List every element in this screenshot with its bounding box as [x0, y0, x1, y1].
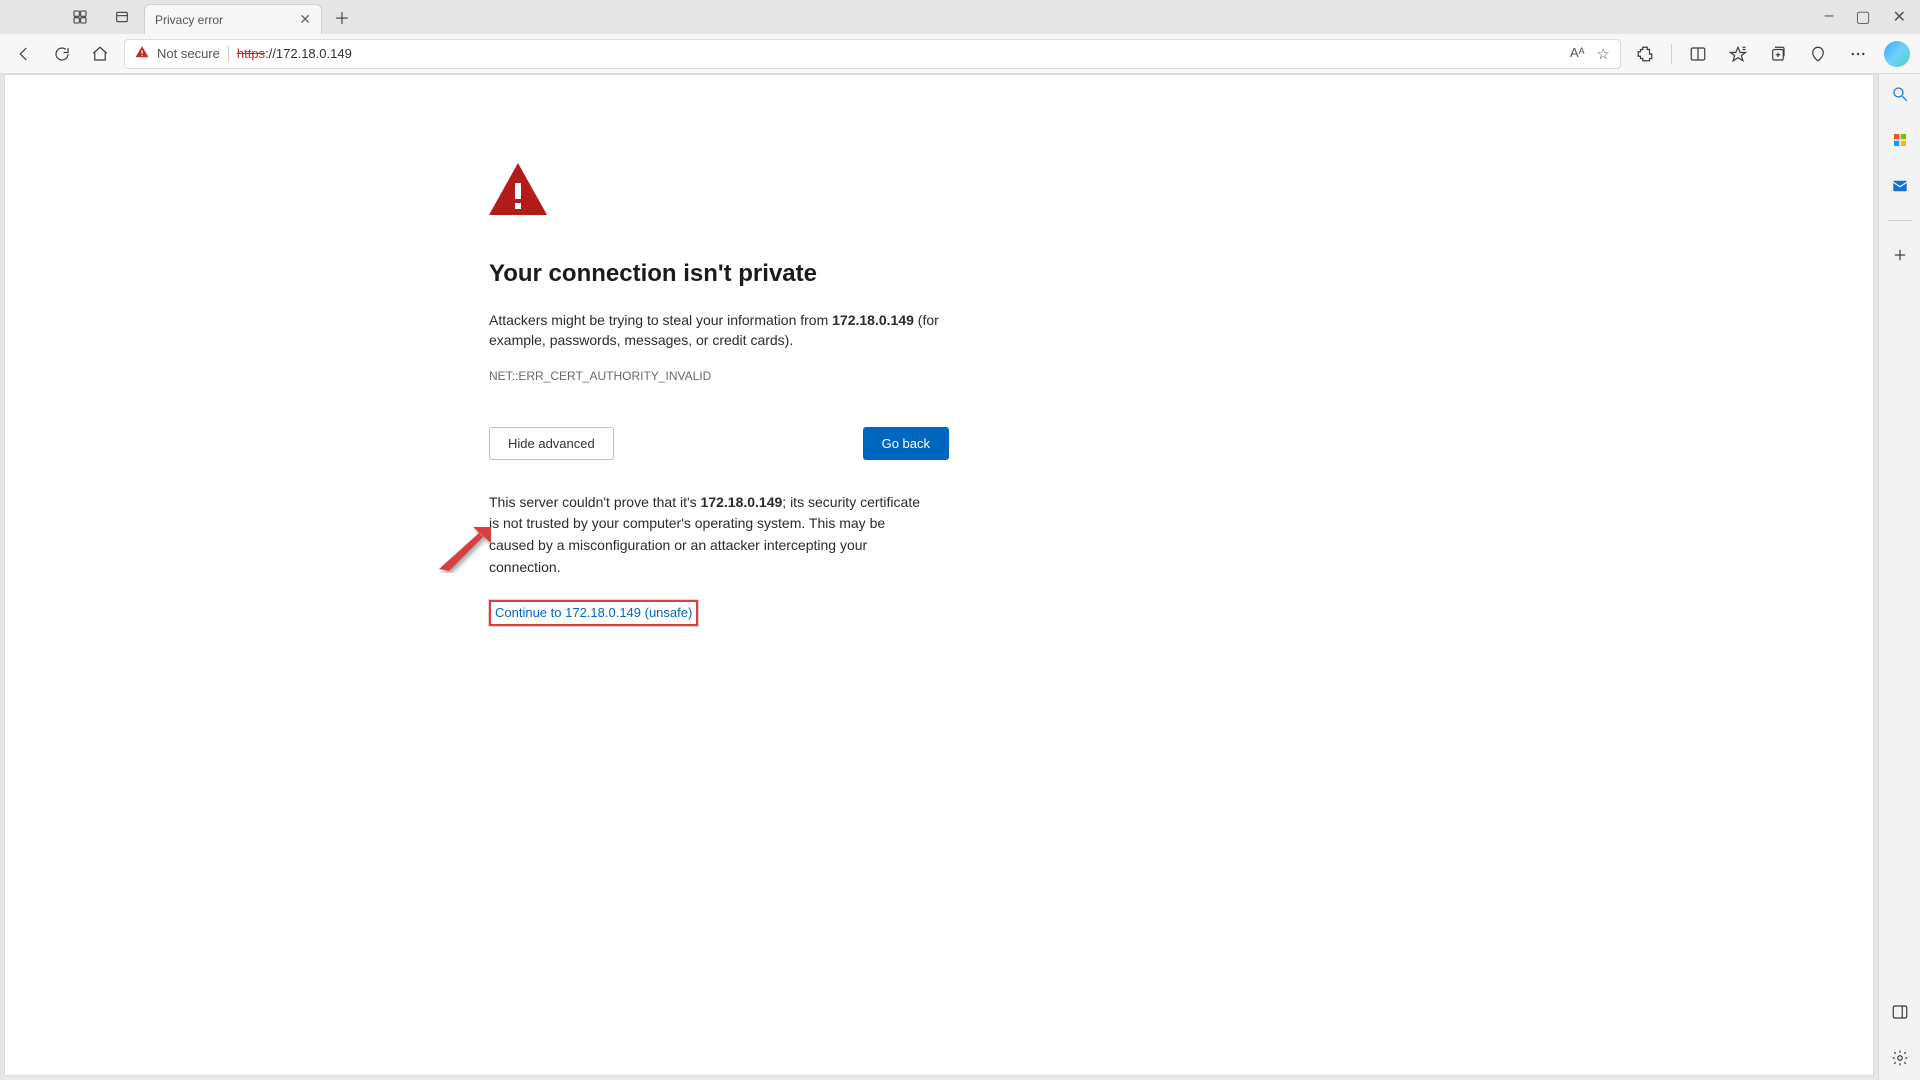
rail-outlook-icon[interactable]	[1886, 172, 1914, 200]
warning-triangle-icon	[489, 163, 949, 220]
rail-toggle-pane-icon[interactable]	[1886, 998, 1914, 1026]
toolbar-separator	[1671, 44, 1672, 64]
annotation-arrow-icon	[435, 523, 491, 578]
rail-add-icon[interactable]	[1886, 241, 1914, 269]
address-separator	[228, 46, 229, 62]
read-aloud-icon[interactable]: Aᴬ	[1570, 45, 1585, 63]
favorites-icon[interactable]	[1724, 40, 1752, 68]
error-desc-pre: Attackers might be trying to steal your …	[489, 312, 832, 328]
split-screen-icon[interactable]	[1684, 40, 1712, 68]
home-button[interactable]	[86, 40, 114, 68]
refresh-button[interactable]	[48, 40, 76, 68]
window-controls: – ▢ ✕	[1825, 7, 1912, 27]
titlebar-left-icons	[8, 3, 144, 31]
toolbar: Not secure https://172.18.0.149 Aᴬ ☆	[0, 34, 1920, 74]
rail-settings-icon[interactable]	[1886, 1044, 1914, 1072]
collections-icon[interactable]	[1764, 40, 1792, 68]
rail-office-icon[interactable]	[1886, 126, 1914, 154]
back-button[interactable]	[10, 40, 38, 68]
workspace-icon[interactable]	[66, 3, 94, 31]
error-code: NET::ERR_CERT_AUTHORITY_INVALID	[489, 369, 949, 383]
tab-actions-icon[interactable]	[108, 3, 136, 31]
url-scheme: https	[237, 46, 265, 61]
extensions-icon[interactable]	[1631, 40, 1659, 68]
address-bar[interactable]: Not secure https://172.18.0.149 Aᴬ ☆	[124, 39, 1621, 69]
window-close-button[interactable]: ✕	[1893, 7, 1906, 27]
error-desc-ip: 172.18.0.149	[832, 312, 914, 328]
tab-title: Privacy error	[155, 13, 223, 27]
rail-search-icon[interactable]	[1886, 80, 1914, 108]
browser-tab[interactable]: Privacy error ✕	[144, 4, 322, 34]
error-description: Attackers might be trying to steal your …	[489, 310, 949, 351]
toolbar-right	[1631, 40, 1910, 68]
titlebar: Privacy error ✕ ＋ – ▢ ✕	[0, 0, 1920, 34]
settings-menu-icon[interactable]	[1844, 40, 1872, 68]
browser-essentials-icon[interactable]	[1804, 40, 1832, 68]
proceed-link-highlight: Continue to 172.18.0.149 (unsafe)	[489, 600, 698, 626]
security-warning-icon[interactable]	[135, 45, 149, 62]
window-minimize-button[interactable]: –	[1825, 7, 1834, 27]
rail-separator	[1888, 220, 1912, 221]
error-heading: Your connection isn't private	[489, 260, 949, 288]
workspace: Your connection isn't private Attackers …	[0, 74, 1920, 1080]
proceed-unsafe-link[interactable]: Continue to 172.18.0.149 (unsafe)	[495, 605, 692, 620]
adv-pre: This server couldn't prove that it's	[489, 494, 701, 510]
favorite-icon[interactable]: ☆	[1597, 45, 1610, 63]
tab-close-icon[interactable]: ✕	[299, 11, 311, 28]
copilot-icon[interactable]	[1884, 41, 1910, 67]
advanced-description: This server couldn't prove that it's 172…	[489, 492, 929, 579]
window-maximize-button[interactable]: ▢	[1855, 7, 1870, 27]
adv-ip: 172.18.0.149	[701, 494, 783, 510]
not-secure-label[interactable]: Not secure	[157, 46, 220, 61]
button-row: Hide advanced Go back	[489, 427, 949, 460]
sidebar-rail	[1878, 74, 1920, 1080]
address-right-icons: Aᴬ ☆	[1570, 45, 1610, 63]
privacy-error-panel: Your connection isn't private Attackers …	[489, 163, 949, 626]
go-back-button[interactable]: Go back	[863, 427, 949, 460]
url-text: https://172.18.0.149	[237, 46, 352, 61]
url-rest: ://172.18.0.149	[265, 46, 352, 61]
hide-advanced-button[interactable]: Hide advanced	[489, 427, 614, 460]
page-content: Your connection isn't private Attackers …	[4, 74, 1874, 1076]
new-tab-button[interactable]: ＋	[328, 3, 356, 31]
